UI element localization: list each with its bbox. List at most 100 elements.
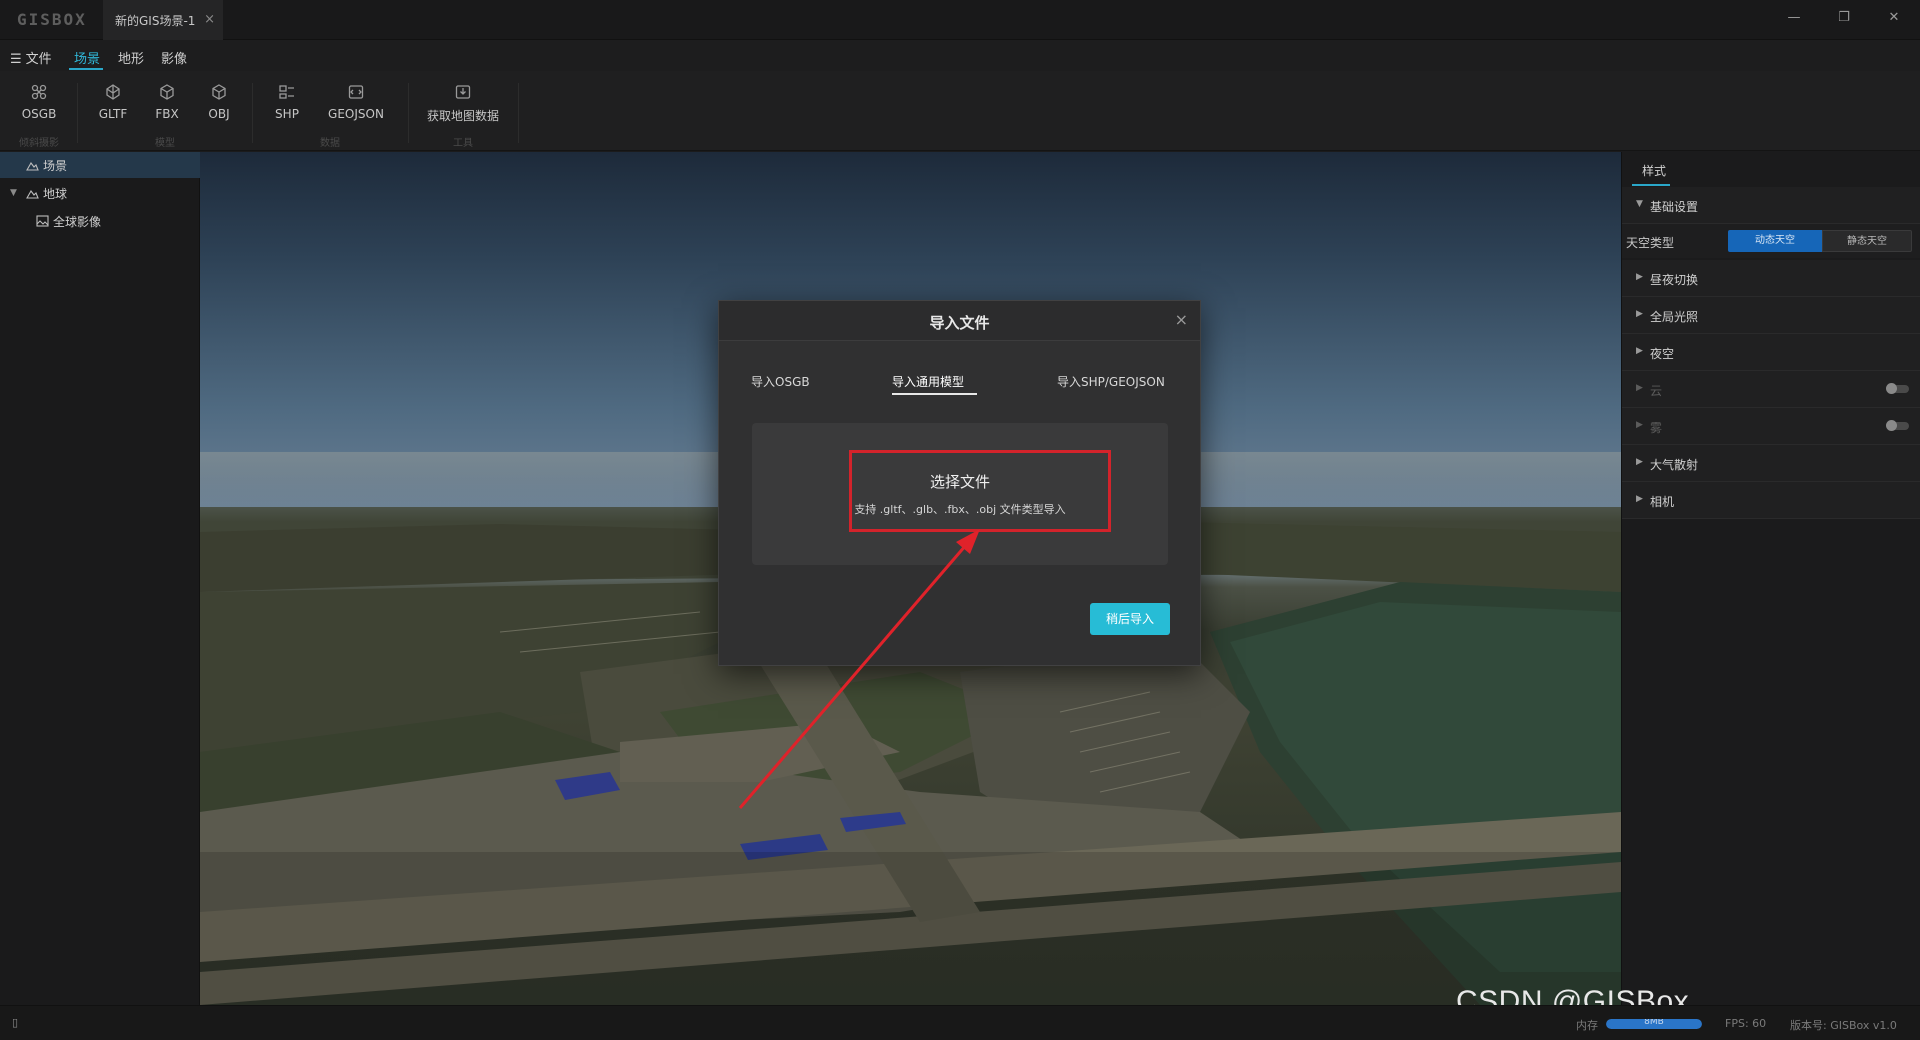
geojson-label: GEOJSON	[328, 107, 384, 121]
dialog-title: 导入文件	[929, 314, 990, 332]
window-close-icon[interactable]: ✕	[1882, 10, 1906, 30]
group-oblique-label: 倾斜摄影	[19, 138, 59, 149]
document-icon: ▯	[12, 1016, 19, 1029]
restore-icon[interactable]: ❐	[1832, 10, 1856, 30]
sky-dynamic-option[interactable]: 动态天空	[1728, 230, 1822, 252]
section-fog-label: 雾	[1650, 421, 1663, 435]
properties-panel: 样式 ▼ 基础设置 天空类型 动态天空 静态天空 ▶ 昼夜切换 ▶ 全局光照 ▶…	[1621, 152, 1920, 1005]
version-readout: 版本号: GISBox v1.0	[1790, 1019, 1897, 1032]
obj-button[interactable]: OBJ	[204, 83, 234, 121]
fps-readout: FPS: 60	[1725, 1017, 1767, 1030]
gltf-button[interactable]: GLTF	[96, 83, 130, 121]
globe-terrain-icon	[26, 189, 39, 199]
tree-item-scene[interactable]: 场景	[0, 152, 200, 178]
section-basic-settings-label: 基础设置	[1650, 200, 1699, 214]
document-tab[interactable]: 新的GIS场景-1 ×	[103, 0, 223, 40]
menu-scene[interactable]: 场景	[74, 48, 100, 67]
group-model-label: 模型	[155, 138, 175, 149]
memory-bar: 8MB	[1606, 1019, 1702, 1029]
tree-item-global-image[interactable]: 全球影像	[0, 208, 200, 234]
minimize-icon[interactable]: —	[1782, 10, 1806, 30]
section-atmosphere[interactable]: ▶ 大气散射	[1622, 445, 1920, 482]
menu-image[interactable]: 影像	[161, 48, 187, 67]
tab-close-icon[interactable]: ×	[204, 12, 215, 27]
section-basic-settings[interactable]: ▼ 基础设置	[1622, 187, 1920, 224]
tree-item-globe-label: 地球	[43, 186, 68, 201]
image-layer-icon	[36, 215, 49, 227]
shp-button[interactable]: SHP	[270, 83, 304, 121]
fbx-button[interactable]: FBX	[152, 83, 182, 121]
section-night-sky-label: 夜空	[1650, 347, 1675, 361]
obj-icon	[212, 84, 226, 100]
fbx-icon	[160, 84, 174, 100]
expand-caret-icon: ▶	[1636, 383, 1643, 393]
scene-tree-panel: 场景 ▼ 地球 全球影像	[0, 152, 200, 1005]
fog-toggle[interactable]	[1886, 420, 1909, 431]
tree-item-globe[interactable]: ▼ 地球	[0, 180, 200, 206]
dialog-close-icon[interactable]: ×	[1175, 310, 1188, 329]
tab-import-osgb[interactable]: 导入OSGB	[751, 373, 810, 390]
cloud-toggle[interactable]	[1886, 383, 1909, 394]
section-global-light[interactable]: ▶ 全局光照	[1622, 297, 1920, 334]
section-night-sky[interactable]: ▶ 夜空	[1622, 334, 1920, 371]
active-tab-indicator	[892, 393, 977, 395]
tab-import-shp-geojson[interactable]: 导入SHP/GEOJSON	[1057, 373, 1165, 390]
collapse-caret-icon: ▼	[1636, 199, 1643, 209]
menu-file[interactable]: ☰ 文件	[10, 48, 52, 67]
menu-file-label: 文件	[25, 52, 52, 67]
import-file-dialog: 导入文件 × 导入OSGB 导入通用模型 导入SHP/GEOJSON 选择文件 …	[718, 300, 1201, 666]
section-cloud-label: 云	[1650, 384, 1663, 398]
import-later-button[interactable]: 稍后导入	[1090, 603, 1170, 635]
osgb-icon	[31, 84, 47, 100]
group-tools-label: 工具	[453, 138, 473, 149]
expand-caret-icon[interactable]: ▼	[10, 188, 20, 198]
section-fog[interactable]: ▶ 雾	[1622, 408, 1920, 445]
section-day-night[interactable]: ▶ 昼夜切换	[1622, 260, 1920, 297]
menu-bar: ☰ 文件 场景 地形 影像	[0, 40, 1920, 71]
file-drop-zone[interactable]: 选择文件 支持 .gltf、.glb、.fbx、.obj 文件类型导入	[752, 423, 1168, 565]
app-window: GISBOX 新的GIS场景-1 × — ❐ ✕ ☰ 文件 场景 地形 影像 OS…	[0, 0, 1920, 1040]
expand-caret-icon: ▶	[1636, 457, 1643, 467]
document-tab-label: 新的GIS场景-1	[115, 13, 196, 28]
tree-item-global-image-label: 全球影像	[53, 214, 102, 229]
section-camera[interactable]: ▶ 相机	[1622, 482, 1920, 519]
title-bar: GISBOX 新的GIS场景-1 × — ❐ ✕	[0, 0, 1920, 40]
fetch-map-data-label: 获取地图数据	[426, 109, 499, 123]
red-highlight-box	[849, 450, 1111, 532]
app-logo: GISBOX	[17, 10, 87, 29]
fetch-map-data-button[interactable]: 获取地图数据	[424, 83, 502, 124]
osgb-label: OSGB	[21, 107, 57, 121]
obj-label: OBJ	[208, 107, 230, 121]
tab-import-model[interactable]: 导入通用模型	[892, 373, 964, 390]
expand-caret-icon: ▶	[1636, 494, 1643, 504]
status-bar: ▯ 内存 8MB FPS: 60 版本号: GISBox v1.0	[0, 1005, 1920, 1040]
group-data-label: 数据	[320, 138, 340, 149]
dialog-header: 导入文件 ×	[719, 301, 1200, 341]
toolbar-separator	[77, 83, 78, 143]
ribbon-toolbar: OSGB 倾斜摄影 GLTF FBX OBJ 模型 SHP GEOJSON 数据	[0, 71, 1920, 151]
tree-item-scene-label: 场景	[43, 158, 68, 173]
tab-style[interactable]: 样式	[1642, 162, 1666, 179]
section-global-light-label: 全局光照	[1650, 310, 1699, 324]
gltf-label: GLTF	[98, 107, 128, 121]
active-menu-indicator	[69, 68, 103, 70]
scene-icon	[26, 161, 39, 171]
shp-icon	[279, 85, 294, 99]
expand-caret-icon: ▶	[1636, 346, 1643, 356]
hamburger-icon: ☰	[10, 52, 22, 67]
memory-value: 8MB	[1644, 1019, 1664, 1027]
fbx-label: FBX	[155, 107, 179, 121]
section-camera-label: 相机	[1650, 495, 1675, 509]
toolbar-separator	[408, 83, 409, 143]
geojson-button[interactable]: GEOJSON	[325, 83, 387, 121]
section-day-night-label: 昼夜切换	[1650, 273, 1699, 287]
active-tab-indicator	[1632, 184, 1670, 186]
sky-type-label: 天空类型	[1626, 236, 1675, 250]
sky-static-option[interactable]: 静态天空	[1822, 230, 1912, 252]
menu-terrain[interactable]: 地形	[118, 48, 144, 67]
section-atmosphere-label: 大气散射	[1650, 458, 1699, 472]
osgb-button[interactable]: OSGB	[18, 83, 60, 121]
geojson-icon	[348, 85, 364, 99]
memory-label: 内存	[1576, 1019, 1598, 1032]
section-cloud[interactable]: ▶ 云	[1622, 371, 1920, 408]
